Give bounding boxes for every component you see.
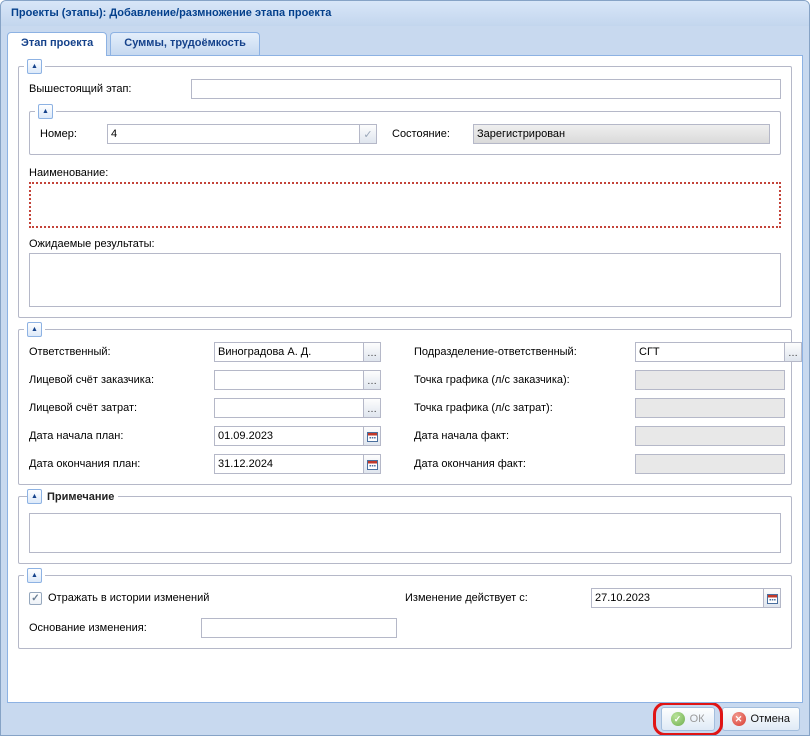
- name-textarea[interactable]: [29, 182, 781, 228]
- department-label: Подразделение-ответственный:: [414, 346, 635, 358]
- fieldset-number-state: ▲ Номер: ✓ Состояние:: [29, 111, 781, 155]
- history-checkbox[interactable]: ✓: [29, 592, 42, 605]
- ok-button-label: ОК: [690, 713, 705, 725]
- ok-button[interactable]: ✓ ОК: [661, 707, 715, 731]
- collapse-up-icon[interactable]: ▲: [27, 568, 42, 583]
- customer-account-combo[interactable]: [214, 370, 364, 390]
- calendar-icon[interactable]: [364, 426, 381, 446]
- tab-bar: Этап проекта Суммы, трудоёмкость: [7, 26, 803, 55]
- cancel-x-icon: ✕: [732, 712, 746, 726]
- tab-sums-labor[interactable]: Суммы, трудоёмкость: [110, 32, 260, 55]
- history-checkbox-label: Отражать в истории изменений: [48, 592, 209, 604]
- state-label: Состояние:: [392, 128, 473, 140]
- number-input[interactable]: [107, 124, 360, 144]
- footer-toolbar: ✓ ОК ✕ Отмена: [1, 703, 809, 735]
- parent-stage-input[interactable]: [191, 79, 781, 99]
- calendar-icon[interactable]: [364, 454, 381, 474]
- collapse-up-icon[interactable]: ▲: [27, 489, 42, 504]
- tab-project-stage[interactable]: Этап проекта: [7, 32, 107, 56]
- number-label: Номер:: [40, 128, 107, 140]
- customer-account-label: Лицевой счёт заказчика:: [29, 374, 214, 386]
- cost-account-label: Лицевой счёт затрат:: [29, 402, 214, 414]
- date-end-fact-label: Дата окончания факт:: [414, 458, 635, 470]
- dialog-window: Проекты (этапы): Добавление/размножение …: [0, 0, 810, 736]
- parent-stage-label: Вышестоящий этап:: [29, 83, 191, 95]
- date-start-fact-label: Дата начала факт:: [414, 430, 635, 442]
- change-date-input[interactable]: [591, 588, 764, 608]
- note-legend: Примечание: [47, 491, 114, 503]
- cancel-button[interactable]: ✕ Отмена: [722, 707, 800, 731]
- expected-results-label: Ожидаемые результаты:: [29, 238, 781, 250]
- collapse-up-icon[interactable]: ▲: [27, 322, 42, 337]
- ok-check-icon: ✓: [671, 712, 685, 726]
- ellipsis-picker-icon[interactable]: …: [785, 342, 802, 362]
- calendar-icon[interactable]: [764, 588, 781, 608]
- expected-results-textarea[interactable]: [29, 253, 781, 307]
- fieldset-main: ▲ Вышестоящий этап: ▲ Номер: ✓ Состояние…: [18, 66, 792, 318]
- ellipsis-picker-icon[interactable]: …: [364, 370, 381, 390]
- collapse-up-icon[interactable]: ▲: [38, 104, 53, 119]
- cost-schedule-point-label: Точка графика (л/с затрат):: [414, 402, 635, 414]
- ellipsis-picker-icon[interactable]: …: [364, 398, 381, 418]
- responsible-label: Ответственный:: [29, 346, 214, 358]
- date-start-fact-field: [635, 426, 785, 446]
- date-start-plan-input[interactable]: [214, 426, 364, 446]
- cost-schedule-point-field: [635, 398, 785, 418]
- date-start-plan-label: Дата начала план:: [29, 430, 214, 442]
- state-readonly-field: [473, 124, 770, 144]
- fieldset-history: ▲ ✓ Отражать в истории изменений Изменен…: [18, 575, 792, 649]
- name-label: Наименование:: [29, 167, 781, 179]
- cost-account-combo[interactable]: [214, 398, 364, 418]
- change-reason-input[interactable]: [201, 618, 397, 638]
- customer-schedule-point-label: Точка графика (л/с заказчика):: [414, 374, 635, 386]
- collapse-up-icon[interactable]: ▲: [27, 59, 42, 74]
- change-reason-label: Основание изменения:: [29, 622, 201, 634]
- fieldset-note: ▲ Примечание: [18, 496, 792, 564]
- department-combo[interactable]: [635, 342, 785, 362]
- responsible-combo[interactable]: [214, 342, 364, 362]
- date-end-plan-label: Дата окончания план:: [29, 458, 214, 470]
- fieldset-details: ▲ Ответственный: … Подразделение-ответст…: [18, 329, 792, 485]
- window-title: Проекты (этапы): Добавление/размножение …: [1, 1, 809, 26]
- cancel-button-label: Отмена: [751, 713, 790, 725]
- note-textarea[interactable]: [29, 513, 781, 553]
- date-end-fact-field: [635, 454, 785, 474]
- validate-check-icon[interactable]: ✓: [360, 124, 377, 144]
- ellipsis-picker-icon[interactable]: …: [364, 342, 381, 362]
- change-date-label: Изменение действует с:: [405, 592, 591, 604]
- customer-schedule-point-field: [635, 370, 785, 390]
- form-panel: ▲ Вышестоящий этап: ▲ Номер: ✓ Состояние…: [7, 55, 803, 703]
- date-end-plan-input[interactable]: [214, 454, 364, 474]
